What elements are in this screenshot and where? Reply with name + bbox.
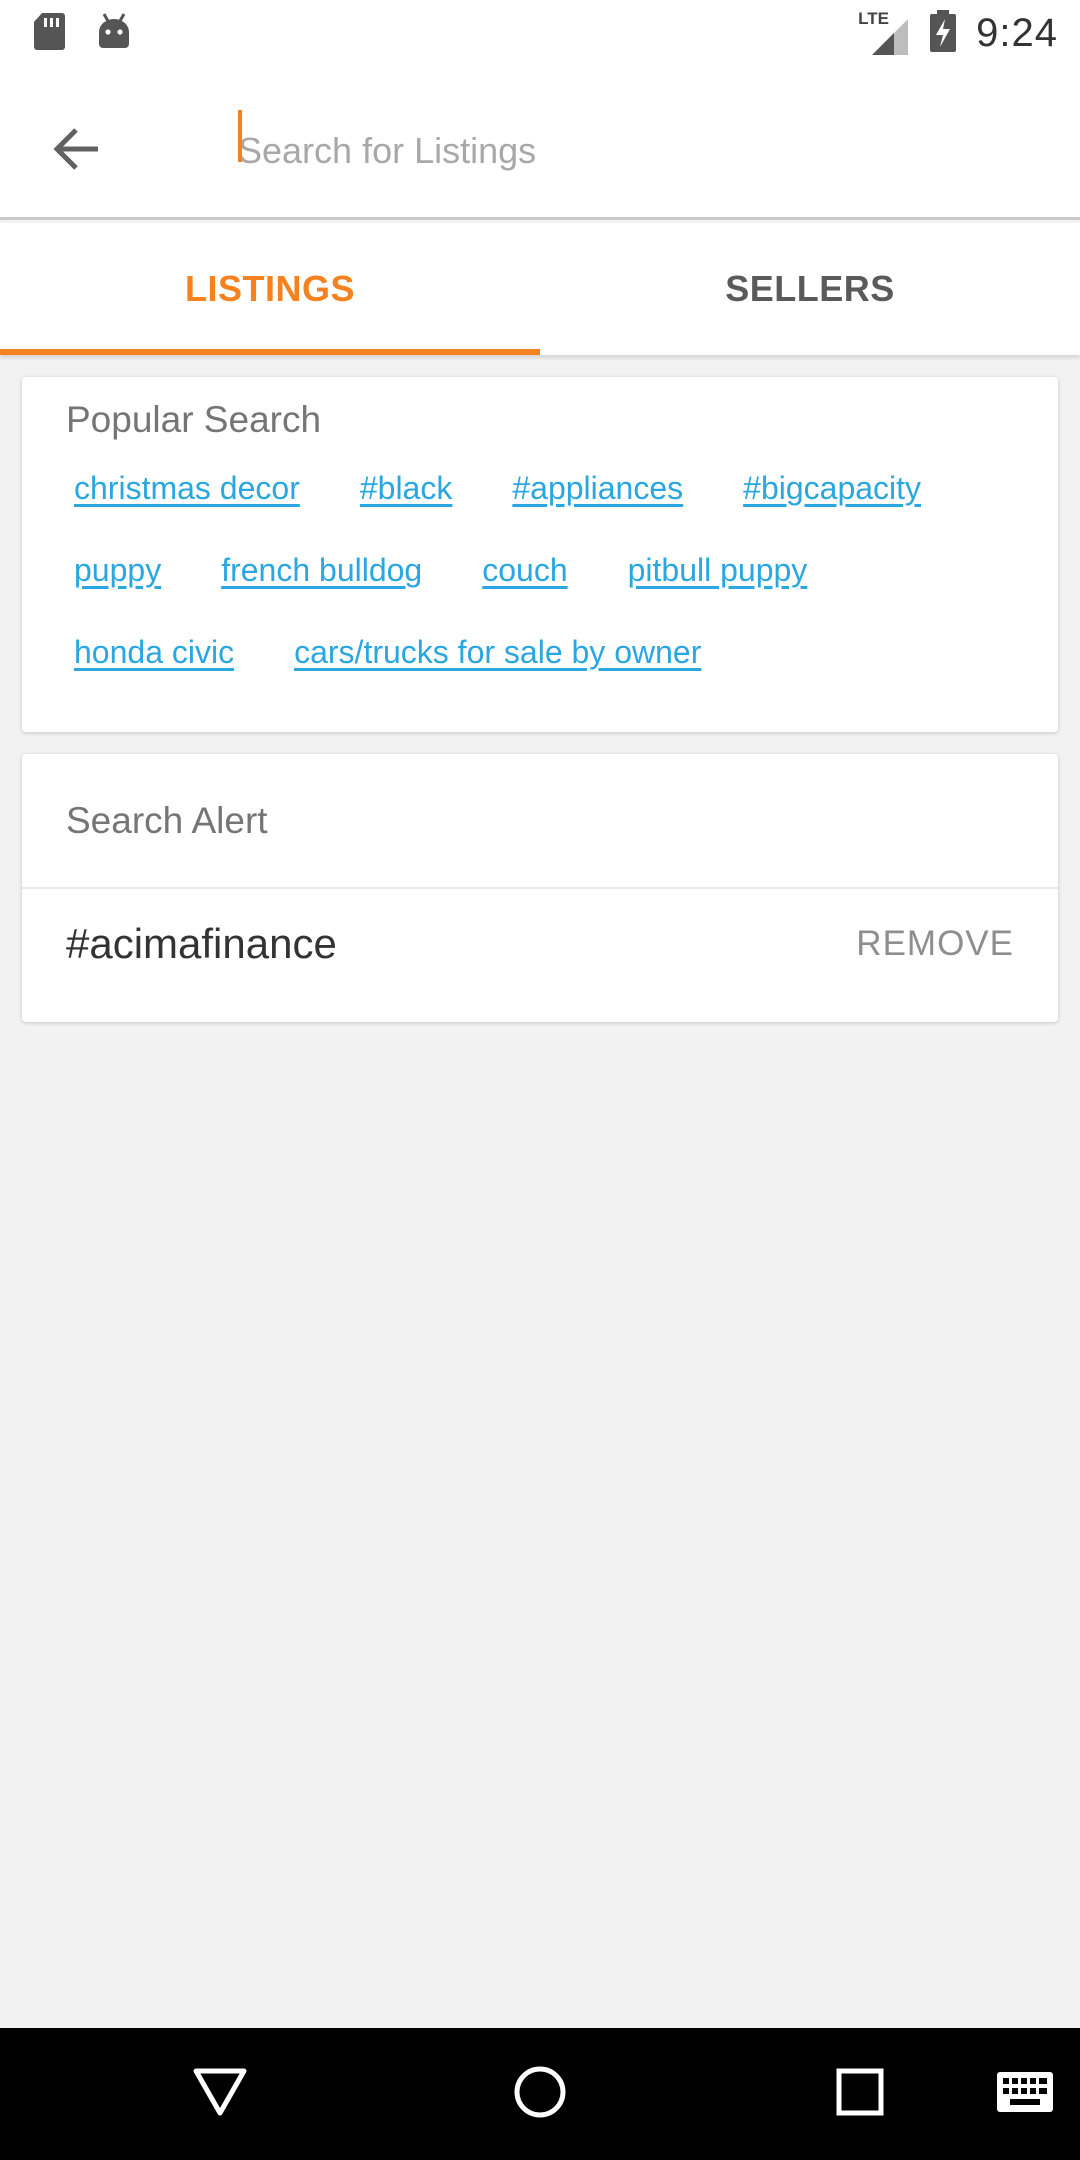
android-icon (96, 12, 132, 55)
recents-square-icon (835, 2067, 885, 2122)
back-button[interactable] (40, 114, 114, 188)
tab-listings[interactable]: LISTINGS (0, 223, 540, 355)
tab-sellers[interactable]: SELLERS (540, 223, 1080, 355)
arrow-left-icon (52, 127, 102, 176)
screen: LTE 9:24 Search for Listings LISTINGS SE… (0, 0, 1080, 2160)
nav-keyboard-button[interactable] (985, 2058, 1065, 2130)
home-circle-icon (512, 2064, 568, 2125)
search-alert-term: #acimafinance (66, 920, 337, 967)
system-nav-bar (0, 2028, 1080, 2160)
search-input[interactable] (238, 106, 1038, 196)
search-alert-title: Search Alert (66, 800, 268, 841)
status-bar: LTE 9:24 (0, 0, 1080, 66)
popular-search-link[interactable]: pitbull puppy (628, 551, 808, 589)
battery-charging-icon (928, 9, 958, 58)
popular-search-link[interactable]: honda civic (74, 633, 234, 671)
popular-search-link[interactable]: #appliances (512, 469, 683, 507)
popular-search-link[interactable]: couch (482, 551, 567, 589)
tag-row: christmas decor #black #appliances #bigc… (74, 469, 1034, 551)
popular-search-link[interactable]: cars/trucks for sale by owner (294, 633, 701, 671)
popular-search-tags: christmas decor #black #appliances #bigc… (74, 469, 1034, 715)
text-cursor (238, 110, 242, 162)
status-right: LTE 9:24 (858, 9, 1058, 58)
tab-bar: LISTINGS SELLERS (0, 223, 1080, 355)
sd-card-icon (32, 11, 66, 56)
popular-search-link[interactable]: #bigcapacity (743, 469, 921, 507)
popular-search-link[interactable]: puppy (74, 551, 161, 589)
divider (22, 887, 1058, 889)
tag-row: honda civic cars/trucks for sale by owne… (74, 633, 1034, 715)
remove-alert-button[interactable]: REMOVE (856, 924, 1014, 964)
popular-search-link[interactable]: french bulldog (221, 551, 422, 589)
nav-home-button[interactable] (500, 2058, 580, 2130)
popular-search-card: Popular Search christmas decor #black #a… (22, 377, 1058, 732)
nav-recents-button[interactable] (820, 2058, 900, 2130)
search-alert-card: Search Alert #acimafinance REMOVE (22, 754, 1058, 1022)
popular-search-link[interactable]: #black (360, 469, 453, 507)
popular-search-title: Popular Search (66, 399, 322, 440)
signal-icon: LTE (858, 9, 910, 55)
tag-row: puppy french bulldog couch pitbull puppy (74, 551, 1034, 633)
popular-search-link[interactable]: christmas decor (74, 469, 300, 507)
nav-back-button[interactable] (180, 2058, 260, 2130)
status-time: 9:24 (976, 10, 1058, 55)
keyboard-icon (996, 2071, 1054, 2118)
status-left (32, 11, 132, 56)
search-app-bar (0, 66, 1080, 220)
back-triangle-icon (192, 2066, 248, 2123)
